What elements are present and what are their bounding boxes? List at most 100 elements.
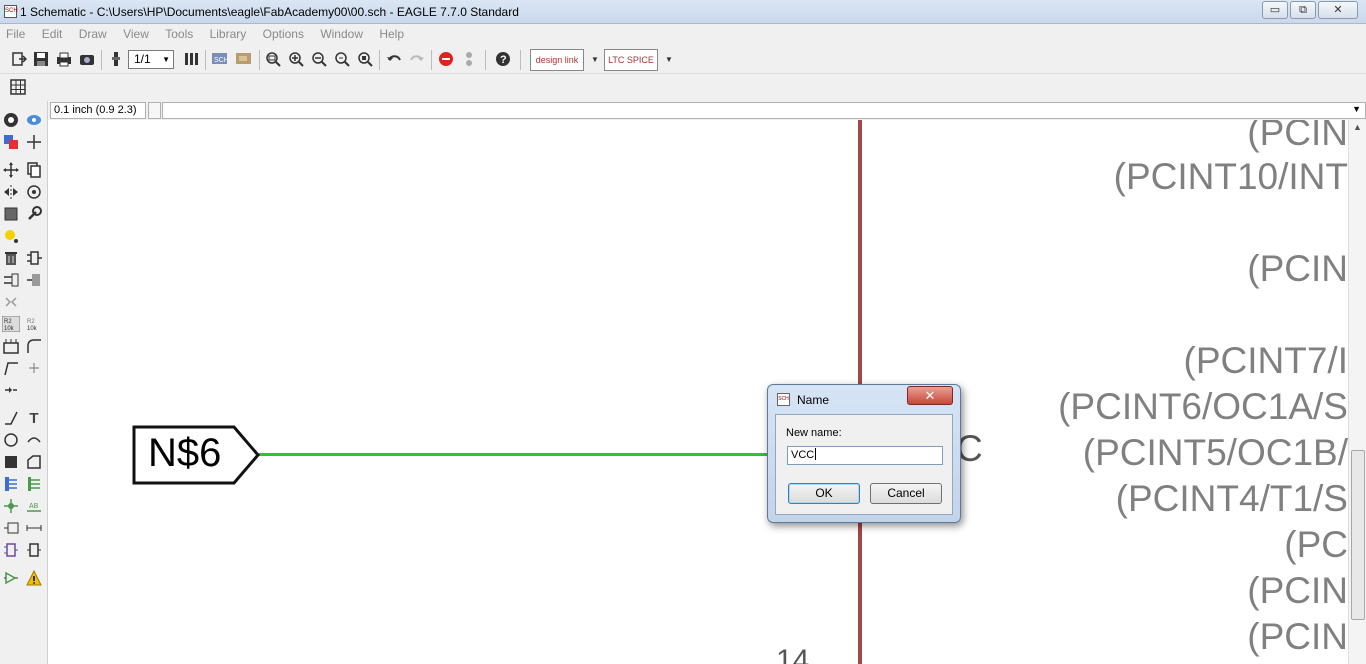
menu-help[interactable]: Help <box>373 24 411 41</box>
label-icon[interactable]: AB <box>25 497 43 515</box>
redraw-icon[interactable] <box>333 50 351 68</box>
net-label[interactable]: N$6 <box>132 425 260 485</box>
junction-icon[interactable] <box>2 497 20 515</box>
menu-edit[interactable]: Edit <box>36 24 70 41</box>
info-icon[interactable] <box>2 111 20 129</box>
svg-text:10k: 10k <box>27 326 38 332</box>
show-icon[interactable] <box>25 111 43 129</box>
zoom-select-icon[interactable] <box>356 50 374 68</box>
change-icon[interactable] <box>25 205 43 223</box>
ltspice-button[interactable]: LTC SPICE <box>604 49 658 71</box>
ltspice-label: LTC SPICE <box>608 55 654 65</box>
cam-icon[interactable] <box>78 50 96 68</box>
cancel-button[interactable]: Cancel <box>870 483 942 504</box>
menu-draw[interactable]: Draw <box>73 24 114 41</box>
mark-icon[interactable] <box>25 133 43 151</box>
wire-icon[interactable] <box>2 409 20 427</box>
menu-file[interactable]: File <box>0 24 32 41</box>
paste-icon[interactable] <box>2 227 20 245</box>
sheet-select-value: 1/1 <box>134 52 151 66</box>
svg-text:10k: 10k <box>4 326 15 332</box>
menu-tools[interactable]: Tools <box>159 24 200 41</box>
print-icon[interactable] <box>55 50 73 68</box>
chevron-down-icon[interactable]: ▼ <box>1352 104 1361 114</box>
board-icon[interactable] <box>235 50 253 68</box>
arc-icon[interactable] <box>25 431 43 449</box>
chevron-down-icon: ▼ <box>162 55 170 64</box>
value-icon[interactable]: R2 10k <box>25 315 43 333</box>
schematic-canvas[interactable]: N$6 C (PCIN (PCINT10/INT (PCIN (PCINT7/I… <box>48 120 1348 664</box>
vertical-scrollbar[interactable]: ▲ <box>1348 120 1366 664</box>
minimize-button[interactable]: ▭ <box>1262 1 1288 19</box>
dimension-icon[interactable] <box>25 519 43 537</box>
go-icon[interactable] <box>460 50 478 68</box>
miter-icon[interactable] <box>25 337 43 355</box>
rotate-icon[interactable] <box>25 183 43 201</box>
attribute-icon[interactable] <box>2 519 20 537</box>
pin-label: (PCIN <box>1247 570 1348 611</box>
circle-icon[interactable] <box>2 431 20 449</box>
move-icon[interactable] <box>2 161 20 179</box>
sheet-icon[interactable] <box>107 50 125 68</box>
mirror-icon[interactable] <box>2 183 20 201</box>
toolbar-separator <box>259 50 260 70</box>
scrollbar-thumb[interactable] <box>1351 450 1365 620</box>
parameter-toolbar <box>0 74 1366 101</box>
menu-view[interactable]: View <box>117 24 156 41</box>
sheet-select[interactable]: 1/1 ▼ <box>128 50 174 69</box>
grid-icon[interactable] <box>9 78 27 96</box>
scroll-up-icon[interactable]: ▲ <box>1353 122 1362 132</box>
copy-icon[interactable] <box>25 161 43 179</box>
save-icon[interactable] <box>32 50 50 68</box>
rect-icon[interactable] <box>2 453 20 471</box>
new-name-input[interactable]: VCC <box>787 446 943 465</box>
menu-bar: File Edit Draw View Tools Library Option… <box>0 24 1366 45</box>
new-name-value: VCC <box>791 449 815 461</box>
chevron-down-icon[interactable]: ▼ <box>586 50 604 68</box>
command-line-input[interactable]: ▼ <box>148 102 1366 119</box>
frame-icon[interactable] <box>2 541 20 559</box>
dialog-close-button[interactable]: ✕ <box>907 386 953 405</box>
invoke-icon[interactable] <box>25 359 43 377</box>
name-icon[interactable]: R2 10k <box>2 315 20 333</box>
net-icon[interactable] <box>25 475 43 493</box>
help-icon[interactable]: ? <box>494 50 512 68</box>
hole-icon[interactable] <box>25 541 43 559</box>
net-wire[interactable] <box>258 453 778 456</box>
ok-button[interactable]: OK <box>788 483 860 504</box>
warning-icon[interactable] <box>25 569 43 587</box>
redo-icon[interactable] <box>408 50 426 68</box>
pinswap-icon[interactable] <box>2 271 20 289</box>
zoom-fit-icon[interactable] <box>264 50 282 68</box>
erc-icon[interactable] <box>2 569 20 587</box>
smash-icon[interactable] <box>2 337 20 355</box>
zoom-out-icon[interactable] <box>310 50 328 68</box>
group-icon[interactable] <box>2 205 20 223</box>
replace-icon[interactable] <box>2 293 20 311</box>
polygon-icon[interactable] <box>25 453 43 471</box>
text-icon[interactable]: T <box>25 409 43 427</box>
display-icon[interactable] <box>2 133 20 151</box>
pin-label: (PCINT10/INT <box>1113 156 1348 197</box>
command-history-button[interactable] <box>148 102 161 119</box>
menu-library[interactable]: Library <box>204 24 254 41</box>
close-window-button[interactable]: ✕ <box>1318 1 1358 19</box>
script-icon[interactable] <box>182 50 200 68</box>
bus-icon[interactable] <box>2 475 20 493</box>
stop-icon[interactable] <box>437 50 455 68</box>
undo-icon[interactable] <box>385 50 403 68</box>
open-icon[interactable] <box>10 50 28 68</box>
design-link-button[interactable]: design link <box>530 49 584 71</box>
window-title: 1 Schematic - C:\Users\HP\Documents\eagl… <box>20 5 519 19</box>
zoom-in-icon[interactable] <box>287 50 305 68</box>
delete-icon[interactable] <box>2 249 20 267</box>
join-icon[interactable] <box>2 381 20 399</box>
menu-window[interactable]: Window <box>314 24 370 41</box>
chevron-down-icon[interactable]: ▼ <box>660 50 678 68</box>
add-icon[interactable] <box>25 249 43 267</box>
menu-options[interactable]: Options <box>257 24 311 41</box>
split-icon[interactable] <box>2 359 20 377</box>
gateswap-icon[interactable] <box>25 271 43 289</box>
board-switch-icon[interactable]: SCH <box>211 50 229 68</box>
restore-button[interactable]: ⧉ <box>1290 1 1316 19</box>
